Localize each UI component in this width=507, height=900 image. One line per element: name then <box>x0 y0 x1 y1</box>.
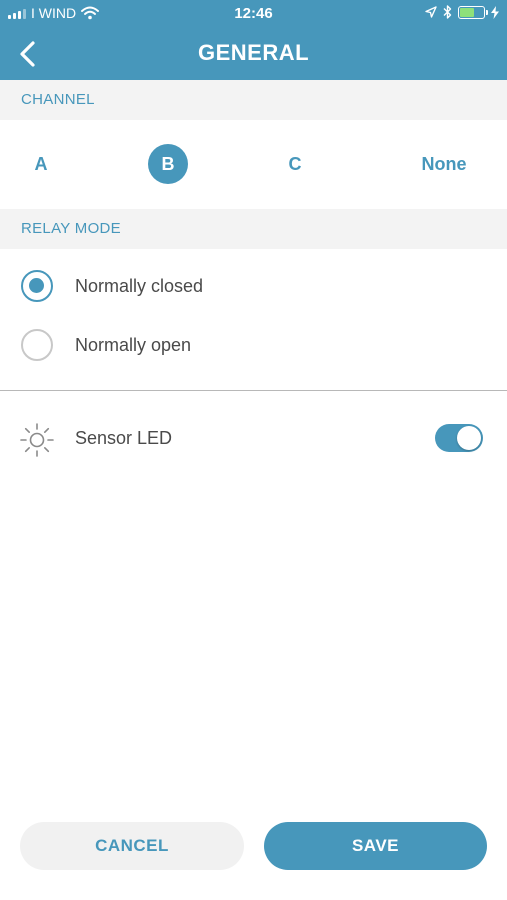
sensor-led-row: Sensor LED <box>0 414 507 464</box>
page-title: GENERAL <box>197 40 310 65</box>
divider <box>0 390 507 391</box>
bluetooth-icon <box>443 5 452 19</box>
relay-mode-section-header: RELAY MODE <box>0 209 507 249</box>
relay-mode-option-normally-closed[interactable]: Normally closed <box>0 257 507 315</box>
sun-icon <box>20 423 54 457</box>
status-bar: I WIND 12:46 <box>0 0 507 28</box>
save-button[interactable]: SAVE <box>264 822 487 870</box>
channel-option-b-selected[interactable]: B <box>148 144 188 184</box>
relay-mode-label: Normally closed <box>75 275 204 296</box>
charging-icon <box>491 5 499 19</box>
radio-button-selected[interactable] <box>21 270 53 302</box>
toggle-knob <box>457 426 481 450</box>
channel-section-header: CHANNEL <box>0 80 507 120</box>
nav-bar: GENERAL <box>0 28 507 80</box>
battery-icon <box>458 5 488 19</box>
channel-selector: A B C None <box>0 120 507 209</box>
channel-option-c[interactable]: C <box>275 144 315 184</box>
sensor-led-toggle[interactable] <box>435 424 483 452</box>
cancel-button[interactable]: CANCEL <box>20 822 244 870</box>
sensor-led-label: Sensor LED <box>75 428 173 448</box>
relay-mode-label: Normally open <box>75 334 192 355</box>
status-bar-right <box>425 5 499 19</box>
channel-option-a[interactable]: A <box>21 144 61 184</box>
radio-button[interactable] <box>21 329 53 361</box>
relay-mode-option-normally-open[interactable]: Normally open <box>0 316 507 374</box>
location-icon <box>425 6 437 18</box>
channel-option-none[interactable]: None <box>408 144 480 184</box>
